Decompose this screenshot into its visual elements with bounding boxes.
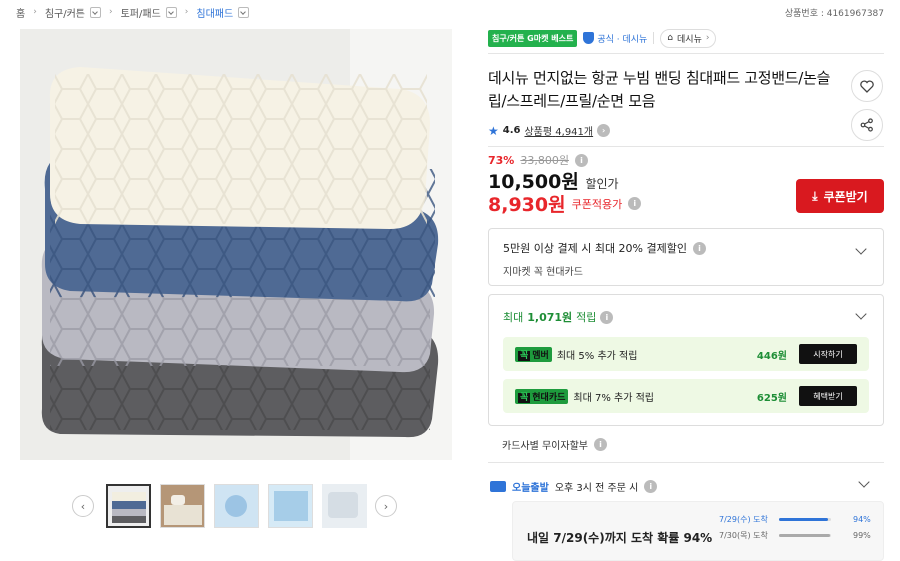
chevron-right-icon: › [108,7,113,17]
download-icon: ⤓ [812,188,818,203]
info-icon[interactable]: i [628,197,642,210]
breadcrumb-cat1[interactable]: 침구/커튼 [45,5,85,20]
info-icon[interactable]: i [593,438,607,451]
chevron-down-icon[interactable] [855,243,867,255]
info-icon[interactable]: › [597,124,611,137]
card-promo-box[interactable]: 5만원 이상 결제 시 최대 20% 결제할인 i 지마켓 꼭 현대카드 [488,228,884,286]
rating-score: 4.6 [502,125,521,136]
info-icon[interactable]: i [693,241,706,255]
shield-icon [583,32,595,44]
coupon-price: 8,930원 쿠폰적용가 i [488,190,642,217]
coupon-download-button[interactable]: ⤓ 쿠폰받기 [796,179,884,213]
heart-icon [860,79,874,93]
info-icon[interactable]: i [574,153,588,167]
thumbnail-strip: ‹ › [72,483,397,529]
delivery-headline: 내일 7/29(수)까지 도착 확률 94% [527,531,713,545]
delivery-stat-1: 7/29(수) 도착 94% [719,515,871,524]
breadcrumb-cat3[interactable]: 침대패드 [196,5,233,20]
share-icon [860,118,873,132]
hyundai-card-badge: 꼭 현대카드 [515,388,569,404]
store-link[interactable]: ⌂ 데시뉴 › [660,28,717,48]
info-icon[interactable]: i [644,480,658,493]
category-best-badge[interactable]: 침구/커튼 G마켓 베스트 [488,29,578,47]
card-promo-subtitle: 지마켓 꼭 현대카드 [503,267,583,278]
home-icon: ⌂ [667,33,674,43]
prev-thumb-button[interactable]: ‹ [72,495,94,517]
thumbnail-3[interactable] [214,484,259,528]
member-badge: 꼭 멤버 [515,346,552,362]
quilted-pads-illustration [20,29,452,460]
thumbnail-5[interactable] [322,484,367,528]
product-info-panel: 침구/커튼 G마켓 베스트 공식 · 데시뉴 ⌂ 데시뉴 › [488,28,884,54]
rating-row: ★ 4.6 상품평 4,941개 › [488,123,611,138]
points-amount: 1,071원 [527,311,573,324]
delivery-stat-2: 7/30(목) 도착 99% [719,531,871,540]
chevron-down-icon[interactable] [858,476,870,488]
chevron-right-icon: › [184,7,189,17]
official-store-badge[interactable]: 공식 · 데시뉴 [583,32,647,45]
chevron-right-icon: › [383,499,389,513]
chevron-right-icon: › [705,33,710,43]
product-main-image[interactable] [20,29,452,460]
product-number: 상품번호 : 4161967387 [784,9,884,19]
breadcrumb-home[interactable]: 홈 [16,5,25,20]
probability-bar [779,518,831,521]
breadcrumb-cat2[interactable]: 토퍼/패드 [121,5,161,20]
original-price: 33,800원 [520,154,569,167]
delivery-row: 오늘출발 오후 3시 전 주문 시 i [490,479,658,494]
points-row-member: 꼭 멤버 최대 5% 추가 적립 446원 시작하기 [503,337,869,371]
chevron-down-icon[interactable] [855,308,867,320]
today-shipping-label: 오늘출발 [512,483,549,494]
info-icon[interactable]: i [600,310,614,324]
breadcrumb: 홈 › 침구/커튼 › 토퍼/패드 › 침대패드 [16,4,250,20]
wishlist-button[interactable] [851,70,883,102]
truck-icon [490,481,506,492]
get-benefit-button[interactable]: 혜택받기 [799,386,857,406]
delivery-estimate-box: 내일 7/29(수)까지 도착 확률 94% 7/29(수) 도착 94% 7/… [512,501,884,561]
share-button[interactable] [851,109,883,141]
dropdown-icon[interactable] [89,6,101,18]
chevron-left-icon: ‹ [80,499,86,513]
badge-row: 침구/커튼 G마켓 베스트 공식 · 데시뉴 ⌂ 데시뉴 › [488,28,884,48]
star-icon: ★ [488,123,499,138]
thumbnail-2[interactable] [160,484,205,528]
thumbnail-4[interactable] [268,484,313,528]
chevron-right-icon: › [33,7,37,17]
next-thumb-button[interactable]: › [375,495,397,517]
points-box: 최대 1,071원 적립 i 꼭 멤버 최대 5% 추가 적립 446원 시작하기… [488,294,884,426]
card-promo-title: 5만원 이상 결제 시 최대 20% 결제할인 [503,242,687,255]
probability-bar [779,534,831,537]
dropdown-icon[interactable] [165,6,177,18]
discount-rate: 73% [488,153,515,167]
points-row-card: 꼭 현대카드 최대 7% 추가 적립 625원 혜택받기 [503,379,869,413]
thumbnail-1[interactable] [106,484,151,528]
dropdown-icon[interactable] [238,6,250,18]
review-link[interactable]: 상품평 4,941개 [524,123,593,138]
discount-row: 73% 33,800원 i [488,152,588,168]
product-title: 데시뉴 먼지없는 항균 누빔 밴딩 침대패드 고정밴드/논슬립/스프레드/프릴/… [488,69,831,110]
installment-row[interactable]: 카드사별 무이자할부 i [502,437,607,452]
start-membership-button[interactable]: 시작하기 [799,344,857,364]
